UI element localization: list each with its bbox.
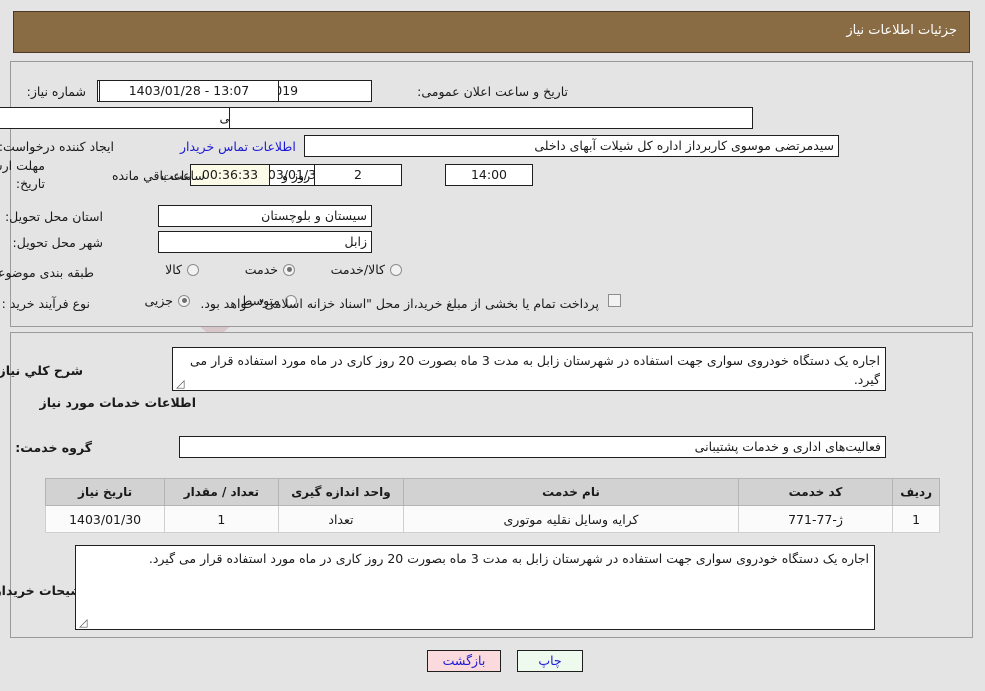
cell-service-name: کرایه وسایل نقلیه موتوری [403, 505, 739, 533]
services-table: ردیف کد خدمت نام خدمت واحد اندازه گیری ت… [44, 478, 940, 533]
deadline-hour-value: 14:00 [445, 164, 533, 186]
general-description-value: اجاره یک دستگاه خودروی سواری جهت استفاده… [190, 353, 880, 387]
radio-process-jozii[interactable]: جزیی [144, 293, 190, 308]
treasury-docs-note: پرداخت تمام یا بخشی از مبلغ خرید،از محل … [200, 296, 599, 311]
cell-unit: تعداد [277, 505, 405, 533]
radio-label-khedmat: خدمت [244, 262, 278, 277]
service-group-value: فعالیت‌های اداری و خدمات پشتیبانی [179, 436, 886, 458]
print-button[interactable]: چاپ [517, 650, 583, 672]
radio-subject-kala[interactable]: کالا [165, 262, 199, 277]
announce-datetime-label: تاریخ و ساعت اعلان عمومی: [417, 84, 568, 99]
buyer-notes-resize-grip-icon[interactable]: ◺ [79, 616, 89, 629]
general-description-label: شرح کلي نیاز: [0, 363, 83, 378]
purchase-process-label: نوع فرآیند خرید : [1, 296, 90, 311]
radio-subject-khedmat[interactable]: خدمت [245, 262, 295, 277]
radio-label-kala-khedmat: کالا/خدمت [330, 262, 385, 277]
col-service-name: نام خدمت [403, 478, 739, 506]
delivery-province-value: سیستان و بلوچستان [158, 205, 372, 227]
delivery-province-label: استان محل تحویل: [4, 209, 103, 224]
cell-quantity: 1 [164, 505, 279, 533]
cell-service-code: ژ-77-771 [737, 505, 894, 533]
treasury-docs-checkbox[interactable] [608, 294, 621, 307]
deadline-days-label: روز و [282, 168, 311, 183]
buyer-notes-textarea[interactable]: اجاره یک دستگاه خودروی سواری جهت استفاده… [75, 545, 875, 630]
buyer-contact-link[interactable]: اطلاعات تماس خریدار [180, 139, 296, 154]
radio-subject-kala-khedmat[interactable]: کالا/خدمت [331, 262, 402, 277]
radio-label-kala: کالا [165, 262, 182, 277]
need-number-label: شماره نیاز: [26, 84, 86, 99]
table-row: 1 ژ-77-771 کرایه وسایل نقلیه موتوری تعدا… [44, 505, 940, 533]
delivery-city-label: شهر محل تحویل: [12, 235, 103, 250]
cell-row-no: 1 [892, 505, 940, 533]
radio-dot-kala[interactable] [187, 263, 199, 276]
request-creator-label: ایجاد کننده درخواست: [0, 139, 114, 154]
announce-datetime-value: 1403/01/28 - 13:07 [99, 80, 279, 102]
radio-label-jozii: جزیی [144, 293, 173, 308]
deadline-days-value: 2 [314, 164, 402, 186]
col-quantity: تعداد / مقدار [164, 478, 279, 506]
secondary-empty-field[interactable] [229, 107, 753, 129]
col-need-date: تاریخ نیاز [44, 478, 166, 506]
resize-grip-icon[interactable]: ◺ [176, 377, 186, 390]
deadline-label-line1: مهلت ارسال پاسخ: تا [0, 158, 45, 173]
request-creator-value: سیدمرتضی موسوی کاربرداز اداره کل شیلات آ… [304, 135, 839, 157]
page-title: جزئیات اطلاعات نیاز [846, 23, 957, 38]
radio-dot-jozii[interactable] [178, 294, 190, 307]
radio-dot-khedmat[interactable] [283, 263, 295, 276]
page-header-bar: جزئیات اطلاعات نیاز [13, 11, 970, 53]
services-section-title: اطلاعات خدمات مورد نیاز [39, 395, 197, 410]
subject-category-label: طبقه بندی موضوعی: [0, 265, 94, 280]
page-root: V AriaTender.net جزئیات اطلاعات نیاز شما… [0, 0, 985, 691]
deadline-label-line2: تاریخ: [15, 176, 45, 191]
col-unit: واحد اندازه گیری [277, 478, 405, 506]
buyer-notes-value: اجاره یک دستگاه خودروی سواری جهت استفاده… [148, 551, 869, 566]
back-button[interactable]: بازگشت [427, 650, 501, 672]
service-group-label: گروه خدمت: [15, 440, 92, 455]
deadline-remaining-label: ساعت باقي مانده [112, 168, 205, 183]
cell-need-date: 1403/01/30 [44, 505, 166, 533]
table-header-row: ردیف کد خدمت نام خدمت واحد اندازه گیری ت… [44, 478, 940, 506]
col-service-code: کد خدمت [737, 478, 894, 506]
delivery-city-value: زابل [158, 231, 372, 253]
general-description-textarea[interactable]: اجاره یک دستگاه خودروی سواری جهت استفاده… [172, 347, 886, 391]
radio-dot-kala-khedmat[interactable] [390, 263, 402, 276]
col-row-no: ردیف [892, 478, 940, 506]
